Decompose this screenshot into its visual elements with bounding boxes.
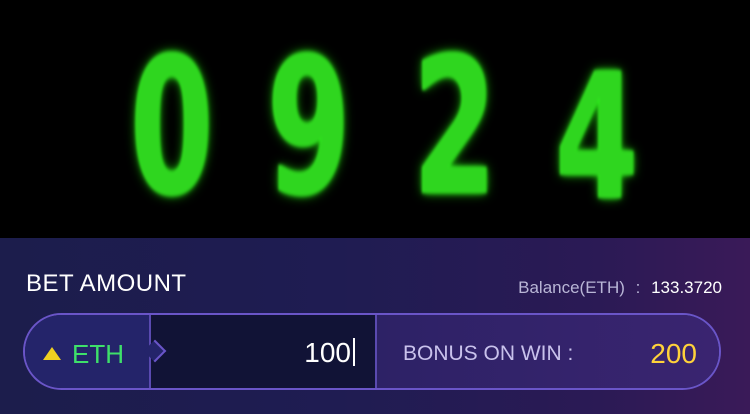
reel-digit: 0	[130, 17, 213, 238]
text-caret	[353, 338, 355, 366]
currency-selector[interactable]: ETH	[25, 315, 149, 388]
bonus-on-win: BONUS ON WIN : 200	[377, 315, 719, 388]
balance-label: Balance(ETH)	[518, 278, 625, 297]
reel-digit: 9	[267, 17, 350, 238]
reel-digit: 4	[555, 35, 638, 238]
balance-value: 133.3720	[651, 278, 722, 297]
balance-readout: Balance(ETH) : 133.3720	[518, 278, 722, 298]
bonus-value: 200	[650, 338, 697, 369]
balance-separator: :	[635, 278, 641, 297]
bet-panel: BET AMOUNT Balance(ETH) : 133.3720 ETH 1…	[0, 238, 750, 414]
up-triangle-icon	[43, 347, 61, 360]
bet-amount-input[interactable]: 100	[149, 315, 377, 388]
bet-input-bar: ETH 100 BONUS ON WIN : 200	[23, 313, 721, 390]
reel-digit: 2	[413, 17, 496, 238]
bet-amount-label: BET AMOUNT	[26, 270, 187, 297]
digit-display: 0 9 2 4	[0, 0, 750, 238]
bet-amount-value: 100	[304, 337, 355, 369]
currency-label: ETH	[72, 339, 124, 369]
bonus-label: BONUS ON WIN :	[403, 342, 574, 365]
